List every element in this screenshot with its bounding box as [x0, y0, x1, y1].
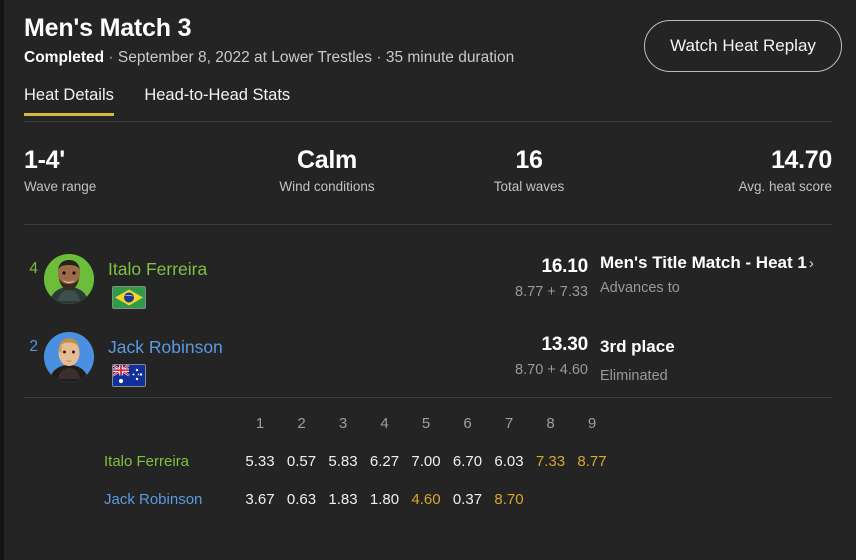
wave-row-surfer-name[interactable]: Jack Robinson	[104, 490, 234, 510]
wave-score-cell: 4.60	[411, 491, 441, 508]
meta-text: September 8, 2022 at Lower Trestles · 35…	[117, 49, 515, 66]
table-row: Italo Ferreira 5.33 0.57 5.83 6.27 7.00 6.70 6…	[24, 446, 832, 484]
wave-column-header: 6	[463, 415, 472, 432]
wave-score-cell: 7.33	[535, 453, 566, 470]
wave-score-cell: 8.77	[577, 453, 607, 470]
wave-scores-table: 1 2 3 4 5 6 7 8 9 Italo Ferreira 5.33 0.57 5.83 6.2…	[24, 410, 832, 522]
surfer-row: 4 Italo Ferreira 16.10 8.77 + 7.33 Men's…	[24, 248, 832, 322]
wave-score-cell: 0.63	[286, 491, 317, 508]
result-block: 3rd place Eliminated	[600, 336, 832, 385]
stat-value: 16	[515, 146, 543, 174]
wave-score-cell: 1.80	[369, 491, 400, 508]
result-placement: 3rd place	[600, 336, 832, 358]
wave-score-cell: 6.27	[369, 453, 400, 470]
tab-heat-details[interactable]: Heat Details	[24, 86, 114, 116]
wave-score-cell: 8.70	[494, 491, 524, 508]
wave-score-cell: 5.33	[245, 453, 275, 470]
wave-score-cell: 0.37	[452, 491, 483, 508]
tab-bar-rule	[24, 121, 832, 122]
wave-score-cell: 6.70	[452, 453, 483, 470]
tab-head-to-head-stats[interactable]: Head-to-Head Stats	[144, 86, 290, 116]
heat-score: 16.10	[541, 256, 588, 277]
surfer-row: 2 Jack Robinson 13.30 8.70 + 4.60 3rd pl…	[24, 326, 832, 400]
result-block: Men's Title Match - Heat 1 › Advances to	[600, 252, 832, 297]
wave-column-header: 8	[546, 415, 555, 432]
surfer-name-link[interactable]: Italo Ferreira	[108, 258, 207, 280]
wave-row-surfer-name[interactable]: Italo Ferreira	[104, 452, 234, 472]
surfer-name-link[interactable]: Jack Robinson	[108, 336, 223, 358]
stat-wave-range: 1-4' Wave range	[24, 145, 226, 195]
avatar[interactable]	[44, 332, 94, 382]
wave-score-cell: 1.83	[328, 491, 358, 508]
result-title-text: 3rd place	[600, 337, 675, 356]
wave-score-cell: 0.57	[286, 453, 317, 470]
status-text: Completed	[24, 49, 105, 66]
result-subtext: Eliminated	[600, 368, 668, 384]
chevron-right-icon: ›	[808, 255, 814, 272]
stat-label: Avg. heat score	[738, 179, 832, 194]
wave-column-header: 1	[255, 415, 265, 432]
score-breakdown: 8.77 + 7.33	[515, 284, 588, 300]
heat-score: 13.30	[541, 334, 588, 355]
flag-brazil-icon	[112, 286, 146, 309]
divider-above-wave-table	[24, 397, 832, 398]
wave-column-header: 5	[421, 415, 431, 432]
stat-avg-heat-score: 14.70 Avg. heat score	[630, 145, 832, 195]
heat-summary-stats: 1-4' Wave range Calm Wind conditions 16 …	[24, 145, 832, 195]
stat-wind-conditions: Calm Wind conditions	[226, 145, 428, 195]
wave-column-header: 7	[504, 415, 514, 432]
stat-value: 1-4'	[24, 146, 65, 174]
divider-above-surfers	[24, 224, 832, 225]
wave-column-header: 9	[587, 415, 597, 432]
stat-label: Wave range	[24, 179, 97, 194]
stat-label: Wind conditions	[279, 179, 375, 194]
stat-value: Calm	[297, 146, 357, 174]
stat-total-waves: 16 Total waves	[428, 145, 630, 195]
stat-value: 14.70	[770, 146, 832, 174]
advances-to-link[interactable]: Men's Title Match - Heat 1 ›	[600, 252, 832, 275]
surfer-seed: 2	[29, 338, 38, 355]
surfer-portrait-icon	[44, 254, 94, 304]
wave-score-cell: 6.03	[494, 453, 524, 470]
heat-details-page: Men's Match 3 Completed · September 8, 2…	[0, 0, 856, 560]
avatar[interactable]	[44, 254, 94, 304]
stat-label: Total waves	[493, 179, 565, 194]
surfer-seed: 4	[29, 260, 38, 277]
watch-heat-replay-button[interactable]: Watch Heat Replay	[644, 20, 842, 72]
wave-column-header: 4	[380, 415, 389, 432]
wave-score-cell: 5.83	[328, 453, 358, 470]
surfer-portrait-icon	[44, 332, 94, 382]
flag-australia-icon	[112, 364, 146, 387]
result-title-text: Men's Title Match - Heat 1	[600, 253, 807, 272]
wave-score-cell: 3.67	[245, 491, 275, 508]
tab-bar: Heat Details Head-to-Head Stats	[24, 86, 832, 122]
wave-table-header-row: 1 2 3 4 5 6 7 8 9	[24, 410, 832, 446]
score-breakdown: 8.70 + 4.60	[515, 362, 588, 378]
wave-score-cell: 7.00	[411, 453, 441, 470]
result-subtext: Advances to	[600, 280, 680, 296]
wave-column-header: 3	[338, 415, 348, 432]
wave-column-header: 2	[297, 415, 306, 432]
table-row: Jack Robinson 3.67 0.63 1.83 1.80 4.60 0.37 8.…	[24, 484, 832, 522]
